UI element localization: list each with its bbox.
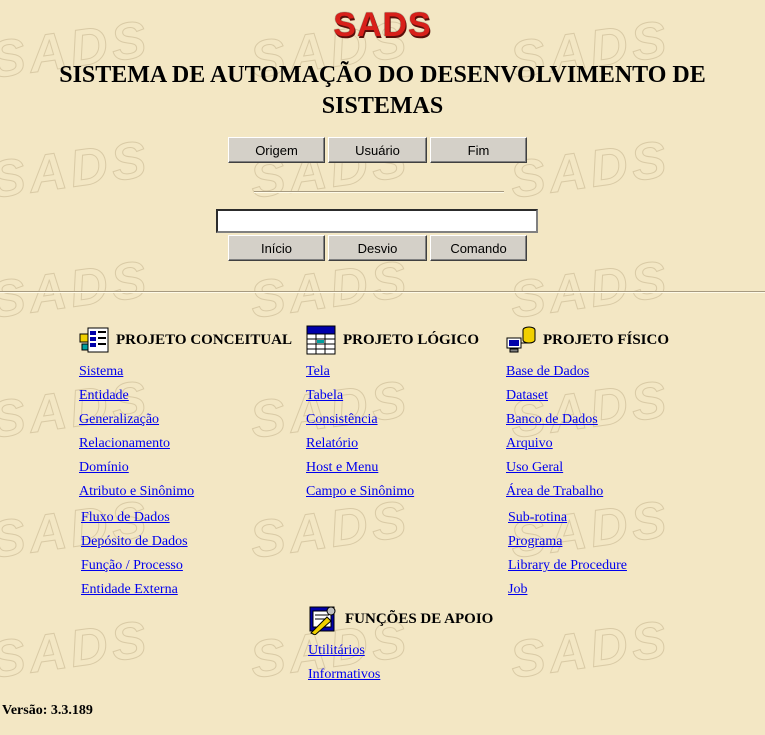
tools-icon (309, 606, 336, 635)
inicio-button[interactable]: Início (228, 235, 325, 261)
link-campo-sinonimo[interactable]: Campo e Sinônimo (306, 484, 414, 500)
link-entidade-externa[interactable]: Entidade Externa (81, 582, 178, 598)
page-title: SISTEMA DE AUTOMAÇÃO DO DESENVOLVIMENTO … (59, 62, 706, 119)
database-icon (506, 326, 536, 353)
link-job[interactable]: Job (508, 582, 527, 598)
origem-button[interactable]: Origem (228, 137, 325, 163)
command-input[interactable] (216, 209, 538, 233)
desvio-button[interactable]: Desvio (328, 235, 427, 261)
link-relatorio[interactable]: Relatório (306, 436, 358, 452)
projeto-fisico-heading: PROJETO FÍSICO (543, 332, 669, 348)
usuario-button[interactable]: Usuário (328, 137, 427, 163)
table-icon (306, 325, 336, 355)
link-host-menu[interactable]: Host e Menu (306, 460, 378, 476)
projeto-logico-heading: PROJETO LÓGICO (343, 332, 479, 348)
link-sub-rotina[interactable]: Sub-rotina (508, 510, 567, 526)
link-uso-geral[interactable]: Uso Geral (506, 460, 563, 476)
version-label: Versão: 3.3.189 (2, 703, 93, 718)
diagram-icon (79, 327, 109, 353)
link-banco-dados[interactable]: Banco de Dados (506, 412, 598, 428)
section-divider (0, 291, 765, 293)
link-consistencia[interactable]: Consistência (306, 412, 378, 428)
funcoes-apoio-heading: FUNÇÕES DE APOIO (345, 611, 494, 627)
link-funcao-processo[interactable]: Função / Processo (81, 558, 183, 574)
link-utilitarios[interactable]: Utilitários (308, 643, 365, 659)
link-dominio[interactable]: Domínio (79, 460, 129, 476)
link-programa[interactable]: Programa (508, 534, 562, 550)
link-area-trabalho[interactable]: Área de Trabalho (506, 484, 603, 500)
projeto-conceitual-heading: PROJETO CONCEITUAL (116, 332, 293, 348)
link-arquivo[interactable]: Arquivo (506, 436, 553, 452)
link-entidade[interactable]: Entidade (79, 388, 129, 404)
divider (254, 191, 504, 193)
link-dataset[interactable]: Dataset (506, 388, 548, 404)
link-generalizacao[interactable]: Generalização (79, 412, 159, 428)
link-fluxo-dados[interactable]: Fluxo de Dados (81, 510, 170, 526)
comando-button[interactable]: Comando (430, 235, 527, 261)
sads-logo: SADS (333, 6, 432, 44)
link-relacionamento[interactable]: Relacionamento (79, 436, 170, 452)
link-base-dados[interactable]: Base de Dados (506, 364, 589, 380)
link-tabela[interactable]: Tabela (306, 388, 343, 404)
fim-button[interactable]: Fim (430, 137, 527, 163)
link-tela[interactable]: Tela (306, 364, 330, 380)
link-library-procedure[interactable]: Library de Procedure (508, 558, 627, 574)
link-informativos[interactable]: Informativos (308, 667, 380, 683)
link-deposito-dados[interactable]: Depósito de Dados (81, 534, 188, 550)
link-sistema[interactable]: Sistema (79, 364, 123, 380)
link-atributo-sinonimo[interactable]: Atributo e Sinônimo (79, 484, 194, 500)
